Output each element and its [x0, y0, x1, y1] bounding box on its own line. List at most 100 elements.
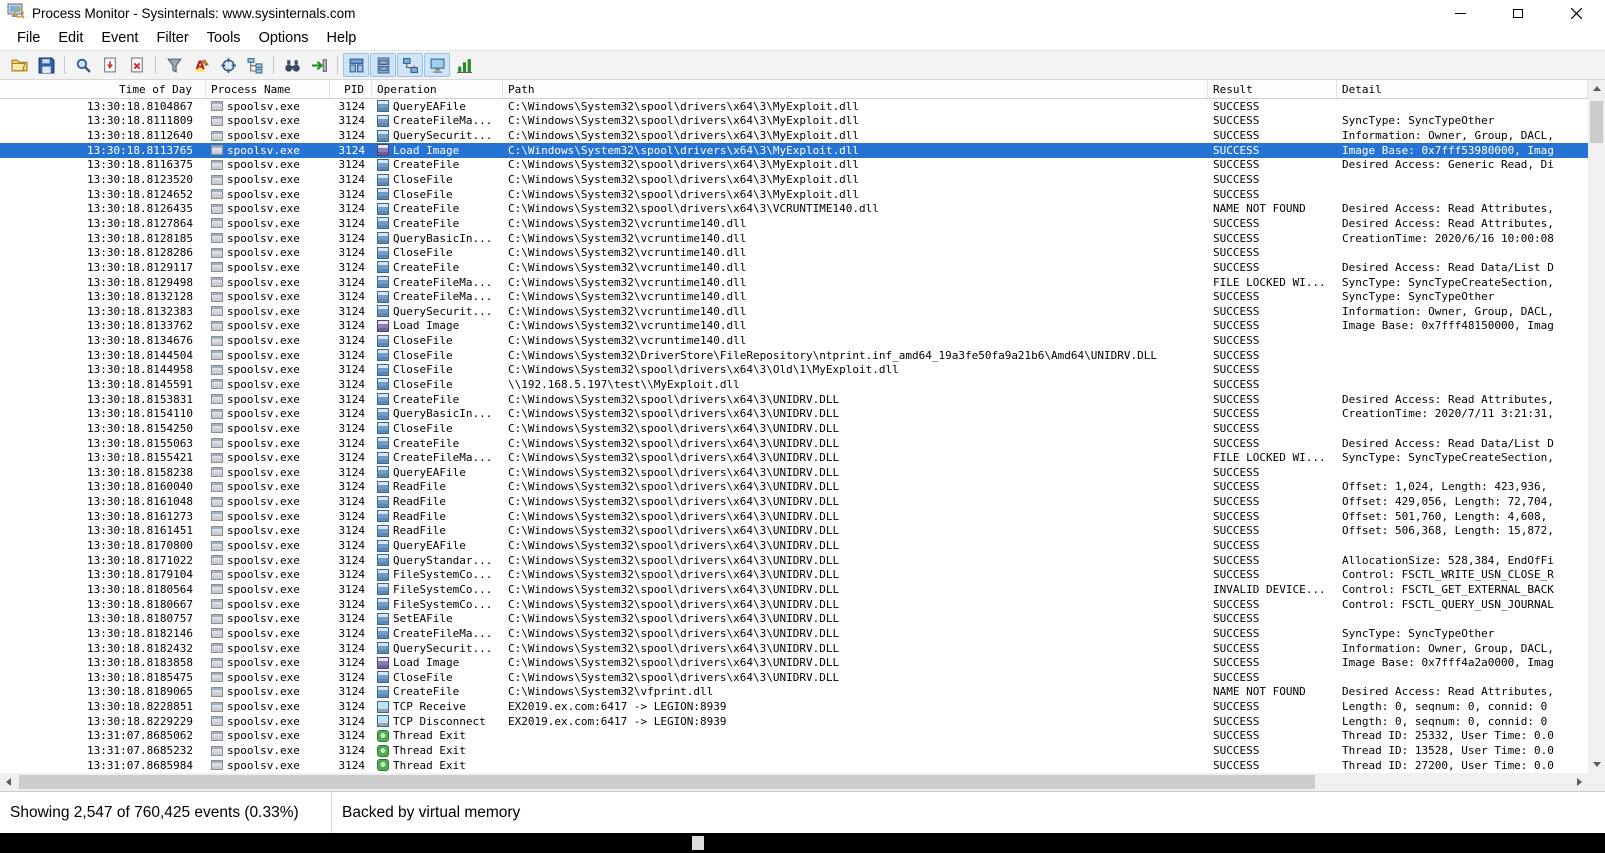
event-path: EX2019.ex.com:6417 -> LEGION:8939	[503, 700, 1208, 713]
scroll-down-button[interactable]	[1588, 756, 1605, 773]
event-row[interactable]: 13:30:18.8144504 spoolsv.exe 3124 CloseF…	[0, 348, 1588, 363]
event-row[interactable]: 13:30:18.8134676 spoolsv.exe 3124 CloseF…	[0, 333, 1588, 348]
event-row[interactable]: 13:30:18.8161273 spoolsv.exe 3124 ReadFi…	[0, 509, 1588, 524]
vertical-scrollbar[interactable]	[1588, 80, 1605, 773]
maximize-button[interactable]	[1489, 0, 1547, 26]
event-row[interactable]: 13:30:18.8229229 spoolsv.exe 3124 TCP Di…	[0, 714, 1588, 729]
event-row[interactable]: 13:30:18.8155421 spoolsv.exe 3124 Create…	[0, 450, 1588, 465]
filter-button[interactable]	[161, 53, 187, 77]
horizontal-scroll-thumb[interactable]	[19, 775, 1315, 789]
event-row[interactable]: 13:30:18.8128286 spoolsv.exe 3124 CloseF…	[0, 245, 1588, 260]
open-log-button[interactable]	[6, 53, 32, 77]
event-row[interactable]: 13:30:18.8155063 spoolsv.exe 3124 Create…	[0, 436, 1588, 451]
column-header-time-of-day[interactable]: Time of Day	[0, 80, 206, 98]
event-row[interactable]: 13:30:18.8112640 spoolsv.exe 3124 QueryS…	[0, 128, 1588, 143]
event-row[interactable]: 13:30:18.8127864 spoolsv.exe 3124 Create…	[0, 216, 1588, 231]
event-row[interactable]: 13:30:18.8126435 spoolsv.exe 3124 Create…	[0, 201, 1588, 216]
event-result: SUCCESS	[1208, 290, 1337, 303]
event-row[interactable]: 13:30:18.8170800 spoolsv.exe 3124 QueryE…	[0, 538, 1588, 553]
event-row[interactable]: 13:30:18.8179104 spoolsv.exe 3124 FileSy…	[0, 568, 1588, 583]
jump-to-button[interactable]	[306, 53, 332, 77]
event-result: SUCCESS	[1208, 378, 1337, 391]
event-row[interactable]: 13:30:18.8182432 spoolsv.exe 3124 QueryS…	[0, 641, 1588, 656]
save-button[interactable]	[33, 53, 59, 77]
menu-help[interactable]: Help	[318, 28, 366, 48]
show-profiling-events-button[interactable]	[451, 53, 477, 77]
vertical-scroll-thumb[interactable]	[1590, 101, 1603, 143]
event-row[interactable]: 13:30:18.8129498 spoolsv.exe 3124 Create…	[0, 275, 1588, 290]
event-row[interactable]: 13:30:18.8144958 spoolsv.exe 3124 CloseF…	[0, 363, 1588, 378]
event-row[interactable]: 13:30:18.8145591 spoolsv.exe 3124 CloseF…	[0, 377, 1588, 392]
minimize-icon	[1455, 13, 1466, 14]
event-row[interactable]: 13:30:18.8124652 spoolsv.exe 3124 CloseF…	[0, 187, 1588, 202]
event-row[interactable]: 13:30:18.8171022 spoolsv.exe 3124 QueryS…	[0, 553, 1588, 568]
horizontal-scrollbar[interactable]	[0, 773, 1605, 791]
event-row[interactable]: 13:30:18.8183858 spoolsv.exe 3124 Load I…	[0, 655, 1588, 670]
event-process: spoolsv.exe	[206, 422, 330, 435]
event-row[interactable]: 13:30:18.8132383 spoolsv.exe 3124 QueryS…	[0, 304, 1588, 319]
event-row[interactable]: 13:30:18.8180564 spoolsv.exe 3124 FileSy…	[0, 582, 1588, 597]
event-row[interactable]: 13:30:18.8111809 spoolsv.exe 3124 Create…	[0, 114, 1588, 129]
event-process: spoolsv.exe	[206, 627, 330, 640]
event-row[interactable]: 13:31:07.8685984 spoolsv.exe 3124 Thread…	[0, 758, 1588, 773]
menu-filter[interactable]: Filter	[147, 28, 197, 48]
include-process-button[interactable]	[215, 53, 241, 77]
horizontal-scroll-track[interactable]	[17, 773, 1571, 791]
operation-icon	[377, 671, 389, 683]
event-row[interactable]: 13:30:18.8132128 spoolsv.exe 3124 Create…	[0, 289, 1588, 304]
process-name-text: spoolsv.exe	[227, 407, 300, 420]
column-header-path[interactable]: Path	[503, 80, 1208, 98]
event-row[interactable]: 13:30:18.8158238 spoolsv.exe 3124 QueryE…	[0, 465, 1588, 480]
event-row[interactable]: 13:30:18.8123520 spoolsv.exe 3124 CloseF…	[0, 172, 1588, 187]
capture-button[interactable]	[70, 53, 96, 77]
scroll-right-button[interactable]	[1571, 773, 1588, 791]
event-row[interactable]: 13:30:18.8161048 spoolsv.exe 3124 ReadFi…	[0, 494, 1588, 509]
event-row[interactable]: 13:30:18.8153831 spoolsv.exe 3124 Create…	[0, 392, 1588, 407]
event-row[interactable]: 13:30:18.8182146 spoolsv.exe 3124 Create…	[0, 626, 1588, 641]
show-network-activity-button[interactable]	[397, 53, 423, 77]
highlight-button[interactable]: A	[188, 53, 214, 77]
event-row[interactable]: 13:30:18.8104867 spoolsv.exe 3124 QueryE…	[0, 99, 1588, 114]
event-row[interactable]: 13:31:07.8685232 spoolsv.exe 3124 Thread…	[0, 743, 1588, 758]
column-header-operation[interactable]: Operation	[372, 80, 503, 98]
column-header-detail[interactable]: Detail	[1337, 80, 1588, 98]
scroll-up-button[interactable]	[1588, 80, 1605, 97]
vertical-scroll-track[interactable]	[1588, 97, 1605, 756]
menu-event[interactable]: Event	[92, 28, 147, 48]
event-row[interactable]: 13:30:18.8228851 spoolsv.exe 3124 TCP Re…	[0, 699, 1588, 714]
event-row[interactable]: 13:30:18.8161451 spoolsv.exe 3124 ReadFi…	[0, 524, 1588, 539]
show-file-system-activity-button[interactable]	[370, 53, 396, 77]
event-row[interactable]: 13:30:18.8116375 spoolsv.exe 3124 Create…	[0, 158, 1588, 173]
event-row[interactable]: 13:30:18.8154110 spoolsv.exe 3124 QueryB…	[0, 406, 1588, 421]
event-row[interactable]: 13:30:18.8133762 spoolsv.exe 3124 Load I…	[0, 319, 1588, 334]
event-row[interactable]: 13:30:18.8180757 spoolsv.exe 3124 SetEAF…	[0, 611, 1588, 626]
event-row[interactable]: 13:30:18.8185475 spoolsv.exe 3124 CloseF…	[0, 670, 1588, 685]
event-row[interactable]: 13:30:18.8113765 spoolsv.exe 3124 Load I…	[0, 143, 1588, 158]
show-process-thread-activity-button[interactable]	[424, 53, 450, 77]
event-row[interactable]: 13:30:18.8160040 spoolsv.exe 3124 ReadFi…	[0, 480, 1588, 495]
event-row[interactable]: 13:30:18.8189065 spoolsv.exe 3124 Create…	[0, 685, 1588, 700]
process-tree-button[interactable]	[242, 53, 268, 77]
show-registry-activity-button[interactable]	[343, 53, 369, 77]
menu-file[interactable]: File	[8, 28, 49, 48]
autoscroll-button[interactable]	[97, 53, 123, 77]
event-row[interactable]: 13:30:18.8180667 spoolsv.exe 3124 FileSy…	[0, 597, 1588, 612]
menu-edit[interactable]: Edit	[49, 28, 92, 48]
process-name-text: spoolsv.exe	[227, 612, 300, 625]
event-row[interactable]: 13:30:18.8129117 spoolsv.exe 3124 Create…	[0, 260, 1588, 275]
process-icon	[211, 760, 223, 770]
close-button[interactable]	[1547, 0, 1605, 26]
event-row[interactable]: 13:30:18.8154250 spoolsv.exe 3124 CloseF…	[0, 421, 1588, 436]
event-process: spoolsv.exe	[206, 715, 330, 728]
column-header-result[interactable]: Result	[1208, 80, 1337, 98]
find-button[interactable]	[279, 53, 305, 77]
column-header-process-name[interactable]: Process Name	[206, 80, 330, 98]
column-header-pid[interactable]: PID	[330, 80, 372, 98]
scroll-left-button[interactable]	[0, 773, 17, 791]
event-row[interactable]: 13:30:18.8128185 spoolsv.exe 3124 QueryB…	[0, 231, 1588, 246]
minimize-button[interactable]	[1431, 0, 1489, 26]
event-row[interactable]: 13:31:07.8685062 spoolsv.exe 3124 Thread…	[0, 729, 1588, 744]
menu-options[interactable]: Options	[250, 28, 318, 48]
clear-display-button[interactable]	[124, 53, 150, 77]
menu-tools[interactable]: Tools	[198, 28, 250, 48]
